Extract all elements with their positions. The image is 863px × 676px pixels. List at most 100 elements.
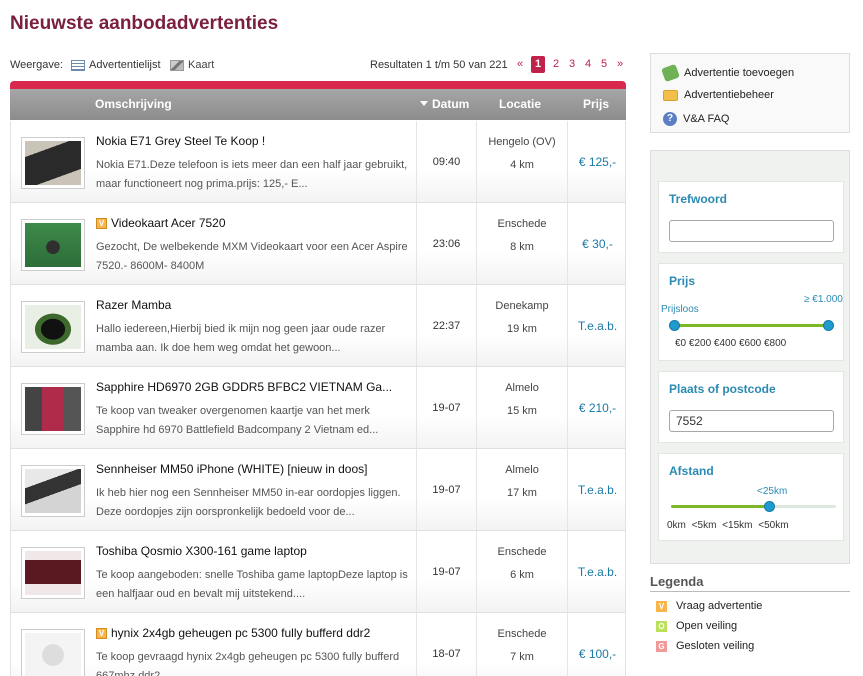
table-row[interactable]: Toshiba Qosmio X300-161 game laptop Te ko… bbox=[11, 531, 625, 613]
request-badge: V bbox=[96, 218, 107, 229]
legend-title: Legenda bbox=[650, 574, 850, 592]
distance-value-label: <25km bbox=[757, 486, 788, 497]
legend-swatch-g: G bbox=[656, 640, 667, 652]
keyword-filter: Trefwoord bbox=[658, 181, 844, 253]
listing-date: 19-07 bbox=[416, 367, 477, 448]
listing-thumbnail[interactable] bbox=[21, 137, 85, 189]
listing-title[interactable]: V Videokaart Acer 7520 bbox=[96, 216, 226, 230]
postcode-input[interactable] bbox=[669, 410, 834, 432]
keyword-input[interactable] bbox=[669, 220, 834, 242]
table-accent-bar bbox=[10, 81, 626, 89]
pager-page-3[interactable]: 3 bbox=[564, 56, 580, 73]
pagination: « 1 2 3 4 5 » bbox=[512, 56, 628, 73]
listing-date: 19-07 bbox=[416, 449, 477, 530]
listing-city: Enschede bbox=[497, 218, 547, 230]
add-listing-link[interactable]: Advertentie toevoegen bbox=[661, 63, 795, 83]
price-slider-track[interactable] bbox=[671, 324, 829, 327]
table-row[interactable]: Razer Mamba Hallo iedereen,Hierbij bied i… bbox=[11, 285, 625, 367]
listing-description: Te koop gevraagd hynix 2x4gb geheugen pc… bbox=[96, 651, 400, 676]
listing-distance: 15 km bbox=[507, 405, 537, 417]
listing-title-text: Videokaart Acer 7520 bbox=[111, 216, 226, 230]
listing-description: Te koop aangeboden: snelle Toshiba game … bbox=[96, 569, 408, 600]
header-date[interactable]: Datum bbox=[420, 97, 480, 111]
header-location[interactable]: Locatie bbox=[480, 97, 560, 111]
pager-page-4[interactable]: 4 bbox=[580, 56, 596, 73]
table-row[interactable]: Nokia E71 Grey Steel Te Koop ! Nokia E71.… bbox=[11, 121, 625, 203]
faq-label: V&A FAQ bbox=[683, 113, 730, 125]
listing-location: Almelo 15 km bbox=[477, 381, 567, 418]
results-toolbar: Weergave: Advertentielijst Kaart Resulta… bbox=[10, 56, 626, 74]
listing-thumbnail[interactable] bbox=[21, 465, 85, 517]
listing-description: Hallo iedereen,Hierbij bied ik mijn nog … bbox=[96, 323, 386, 354]
legend-swatch-v: V bbox=[656, 600, 667, 612]
listing-city: Almelo bbox=[505, 464, 539, 476]
postcode-filter: Plaats of postcode bbox=[658, 371, 844, 443]
listing-thumbnail[interactable] bbox=[21, 547, 85, 599]
price-ticks: €0 €200 €400 €600 €800 bbox=[675, 338, 787, 349]
add-listing-label: Advertentie toevoegen bbox=[684, 67, 795, 79]
map-icon bbox=[170, 59, 184, 71]
listing-date: 22:37 bbox=[416, 285, 477, 366]
header-description[interactable]: Omschrijving bbox=[95, 97, 172, 111]
price-filter: Prijs Prijsloos ≥ €1.000 €0 €200 €400 €6… bbox=[658, 263, 844, 361]
listing-thumbnail[interactable] bbox=[21, 301, 85, 353]
view-list-label: Advertentielijst bbox=[89, 59, 161, 71]
distance-handle[interactable] bbox=[764, 501, 775, 512]
listing-location: Almelo 17 km bbox=[477, 463, 567, 500]
table-row[interactable]: Vhynix 2x4gb geheugen pc 5300 fully buff… bbox=[11, 613, 625, 676]
distance-ticks: 0km <5km <15km <50km bbox=[667, 520, 789, 531]
listing-price: € 125,- bbox=[567, 121, 627, 202]
listing-distance: 6 km bbox=[510, 569, 534, 581]
listing-city: Enschede bbox=[497, 628, 547, 640]
listing-thumbnail[interactable] bbox=[21, 219, 85, 271]
listing-description: Nokia E71.Deze telefoon is iets meer dan… bbox=[96, 159, 408, 190]
table-row[interactable]: V Videokaart Acer 7520 Gezocht, De welbeke… bbox=[11, 203, 625, 285]
price-max-handle[interactable] bbox=[823, 320, 834, 331]
listing-title[interactable]: Vhynix 2x4gb geheugen pc 5300 fully buff… bbox=[96, 626, 370, 640]
listing-price: € 210,- bbox=[567, 367, 627, 448]
listing-title[interactable]: Nokia E71 Grey Steel Te Koop ! bbox=[96, 134, 265, 148]
legend-swatch-o: O bbox=[656, 620, 667, 632]
listing-title[interactable]: Razer Mamba bbox=[96, 298, 171, 312]
table-row[interactable]: Sennheiser MM50 iPhone (WHITE) [nieuw in… bbox=[11, 449, 625, 531]
table-row[interactable]: Sapphire HD6970 2GB GDDR5 BFBC2 VIETNAM … bbox=[11, 367, 625, 449]
legend-label-closed: Gesloten veiling bbox=[676, 640, 755, 652]
listing-city: Almelo bbox=[505, 382, 539, 394]
listing-title-text: hynix 2x4gb geheugen pc 5300 fully buffe… bbox=[111, 626, 371, 640]
manage-listings-link[interactable]: Advertentiebeheer bbox=[663, 89, 774, 101]
listing-distance: 19 km bbox=[507, 323, 537, 335]
page-title: Nieuwste aanbodadvertenties bbox=[10, 13, 279, 34]
list-icon bbox=[71, 59, 85, 71]
listing-title[interactable]: Sapphire HD6970 2GB GDDR5 BFBC2 VIETNAM … bbox=[96, 380, 392, 394]
pager-prev[interactable]: « bbox=[512, 56, 528, 73]
listing-title[interactable]: Sennheiser MM50 iPhone (WHITE) [nieuw in… bbox=[96, 462, 367, 476]
listing-location: Hengelo (OV) 4 km bbox=[477, 135, 567, 172]
header-price[interactable]: Prijs bbox=[566, 97, 626, 111]
pager-next[interactable]: » bbox=[612, 56, 628, 73]
distance-filter: Afstand <25km 0km <5km <15km <50km bbox=[658, 453, 844, 541]
view-list-option[interactable]: Advertentielijst bbox=[71, 59, 161, 71]
pager-page-1[interactable]: 1 bbox=[531, 56, 545, 73]
listing-date: 19-07 bbox=[416, 531, 477, 612]
distance-label: Afstand bbox=[669, 464, 714, 478]
legend-item-request: V Vraag advertentie bbox=[656, 600, 762, 612]
faq-link[interactable]: ? V&A FAQ bbox=[663, 112, 729, 126]
listing-city: Enschede bbox=[497, 546, 547, 558]
listing-distance: 4 km bbox=[510, 159, 534, 171]
listing-table: Nokia E71 Grey Steel Te Koop ! Nokia E71.… bbox=[10, 121, 626, 676]
pager-page-5[interactable]: 5 bbox=[596, 56, 612, 73]
listing-price: T.e.a.b. bbox=[567, 531, 627, 612]
price-min-handle[interactable] bbox=[669, 320, 680, 331]
listing-location: Enschede 7 km bbox=[477, 627, 567, 664]
header-date-label: Datum bbox=[432, 97, 470, 111]
view-map-option[interactable]: Kaart bbox=[170, 59, 214, 71]
listing-date: 18-07 bbox=[416, 613, 477, 676]
pager-page-2[interactable]: 2 bbox=[548, 56, 564, 73]
listing-title[interactable]: Toshiba Qosmio X300-161 game laptop bbox=[96, 544, 307, 558]
price-max-label: ≥ €1.000 bbox=[804, 294, 843, 305]
listing-description: Te koop van tweaker overgenomen kaartje … bbox=[96, 405, 379, 436]
listing-thumbnail[interactable] bbox=[21, 383, 85, 435]
listing-thumbnail[interactable] bbox=[21, 629, 85, 676]
keyword-label: Trefwoord bbox=[669, 192, 728, 206]
listing-location: Enschede 6 km bbox=[477, 545, 567, 582]
